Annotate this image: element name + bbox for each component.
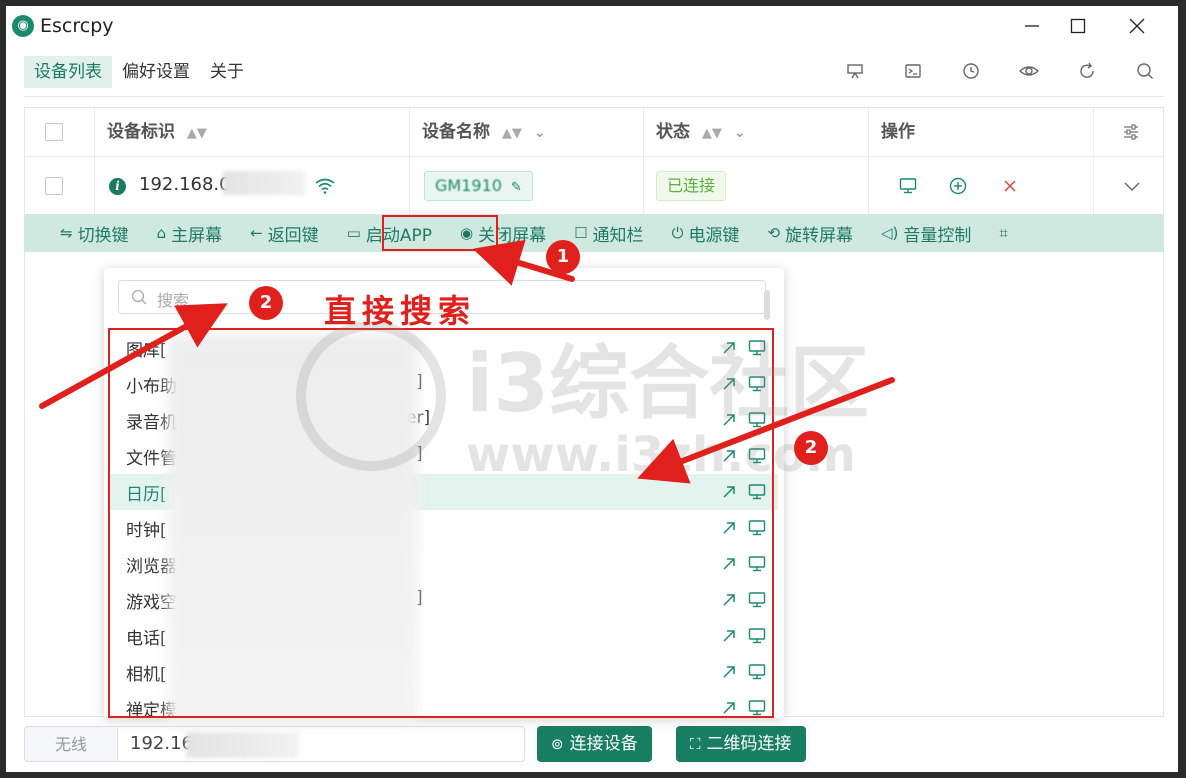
annotation-arrows bbox=[39, 239, 895, 484]
connect-device-button[interactable]: ⊚ 连接设备 bbox=[537, 726, 652, 762]
annotation-badge-2: 2 bbox=[794, 431, 828, 465]
ip-input[interactable]: 192.16 bbox=[117, 726, 525, 762]
ip-input-value: 192.16 bbox=[130, 733, 193, 754]
qr-connect-button[interactable]: ⛶ 二维码连接 bbox=[676, 726, 806, 762]
scan-icon: ⛶ bbox=[690, 735, 701, 753]
annotation-badge-1: 1 bbox=[546, 240, 580, 274]
connect-bar: 无线 192.16 ⊚ 连接设备 ⛶ 二维码连接 bbox=[24, 726, 1164, 762]
app-window: ◉ Escrcpy 设备列表 偏好设置 关于 设备标识 ▲▼ 设备名称 ▲▼ ⌄… bbox=[6, 6, 1178, 772]
link-icon: ⊚ bbox=[551, 735, 564, 753]
redacted-block bbox=[186, 732, 298, 758]
annotation-badge-2: 2 bbox=[249, 286, 283, 320]
wireless-label: 无线 bbox=[24, 726, 118, 762]
